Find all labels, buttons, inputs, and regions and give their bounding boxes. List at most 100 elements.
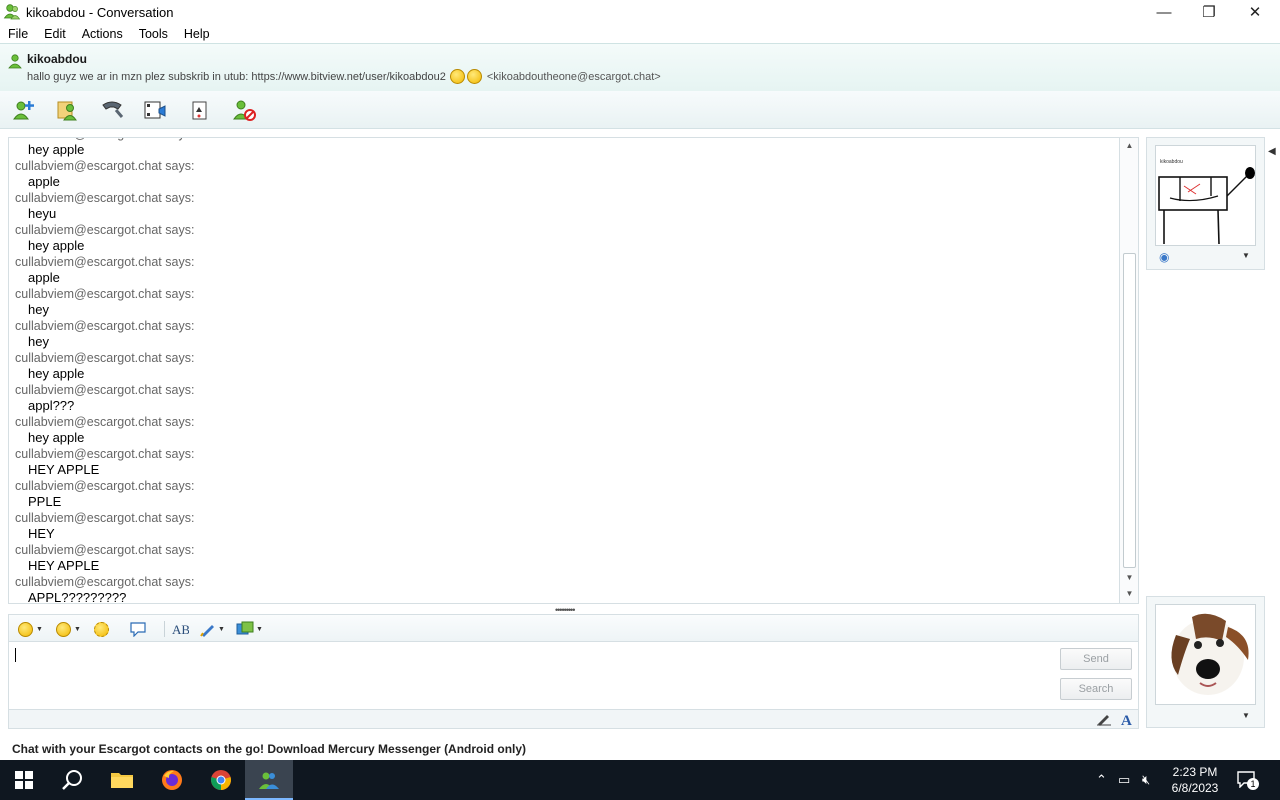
- menu-edit[interactable]: Edit: [36, 27, 74, 41]
- clock[interactable]: 2:23 PM 6/8/2023: [1166, 764, 1224, 796]
- drawing-image: kikoabdou: [1158, 159, 1255, 245]
- show-hidden-icons-icon[interactable]: ⌃: [1096, 772, 1107, 788]
- send-button[interactable]: Send: [1060, 648, 1132, 670]
- font-button[interactable]: AB: [171, 619, 189, 639]
- contact-header: kikoabdou hallo guyz we ar in mzn plez s…: [0, 43, 1280, 91]
- nudge-button[interactable]: [93, 619, 110, 639]
- search-button[interactable]: Search: [1060, 678, 1132, 700]
- scroll-up-icon[interactable]: ▲: [1124, 141, 1135, 151]
- video-button[interactable]: [142, 97, 168, 123]
- handwriting-icon[interactable]: [1096, 712, 1112, 726]
- message-text: HEY APPLE: [28, 558, 100, 573]
- pen-icon: [200, 625, 214, 637]
- share-files-button[interactable]: [55, 97, 81, 123]
- message-sender: cullabviem@escargot.chat says:: [15, 223, 195, 237]
- message-text: APPL?????????: [28, 590, 127, 604]
- smile-emoticon-icon: [466, 69, 482, 84]
- start-button[interactable]: [0, 760, 48, 800]
- message-text: apple: [28, 174, 60, 189]
- message-text: PPLE: [28, 494, 62, 509]
- thinking-emoticon-icon: [449, 69, 465, 84]
- chat-history[interactable]: cullabviem@escargot.chat says:hey applec…: [8, 137, 1120, 604]
- block-icon: [233, 100, 256, 121]
- promo-banner[interactable]: Chat with your Escargot contacts on the …: [12, 742, 526, 756]
- message-input[interactable]: Send Search: [8, 642, 1139, 710]
- svg-text:kikoabdou: kikoabdou: [1160, 159, 1183, 165]
- contact-status-icon: [8, 54, 22, 69]
- personal-message-text: hallo guyz we ar in mzn plez subskrib in…: [27, 70, 446, 83]
- invite-contact-icon: [13, 101, 34, 120]
- menu-file[interactable]: File: [0, 27, 36, 41]
- network-icon[interactable]: ▭: [1118, 772, 1130, 788]
- restore-button[interactable]: ❐: [1186, 0, 1232, 24]
- block-button[interactable]: [231, 97, 257, 123]
- invite-contact-button[interactable]: [11, 97, 37, 123]
- notifications-button[interactable]: 1: [1236, 770, 1259, 790]
- nudge-icon: [94, 621, 109, 637]
- message-text: hey apple: [28, 238, 85, 253]
- chrome-button[interactable]: [197, 760, 245, 800]
- message-list: cullabviem@escargot.chat says:hey applec…: [9, 138, 1119, 604]
- share-files-icon: [57, 101, 77, 121]
- message-text: heyu: [28, 206, 57, 221]
- message-text: HEY APPLE: [28, 462, 100, 477]
- text-caret: [15, 648, 16, 662]
- file-explorer-button[interactable]: [98, 760, 146, 800]
- dropdown-arrow-icon: ▼: [74, 625, 81, 633]
- menu-bar: File Edit Actions Tools Help: [0, 24, 1280, 43]
- menu-help[interactable]: Help: [176, 27, 218, 41]
- voice-clip-button[interactable]: [129, 619, 147, 639]
- activities-button[interactable]: [187, 97, 213, 123]
- collapse-panel-icon[interactable]: ◀: [1268, 146, 1276, 157]
- personal-message: hallo guyz we ar in mzn plez subskrib in…: [27, 69, 661, 84]
- contact-name: kikoabdou: [27, 52, 88, 66]
- message-sender: cullabviem@escargot.chat says:: [15, 255, 195, 269]
- messenger-taskbar-button[interactable]: [245, 760, 293, 800]
- message-text: hey apple: [28, 366, 85, 381]
- scroll-end-icon[interactable]: ▼: [1124, 589, 1135, 599]
- scroll-down-icon[interactable]: ▼: [1124, 573, 1135, 583]
- message-sender: cullabviem@escargot.chat says:: [15, 159, 195, 173]
- message-sender: cullabviem@escargot.chat says:: [15, 319, 195, 333]
- chat-history-scrollbar[interactable]: ▲ ▼ ▼: [1120, 137, 1139, 604]
- dropdown-arrow-icon[interactable]: ▼: [1242, 251, 1250, 260]
- call-icon: [102, 101, 124, 118]
- minimize-button[interactable]: —: [1141, 0, 1187, 24]
- dropdown-arrow-icon[interactable]: ▼: [1242, 711, 1250, 720]
- dropdown-arrow-icon: ▼: [218, 625, 225, 633]
- clock-date: 6/8/2023: [1171, 781, 1219, 795]
- my-display-picture[interactable]: [1155, 604, 1256, 705]
- firefox-button[interactable]: [148, 760, 196, 800]
- contact-email: <kikoabdoutheone@escargot.chat>: [486, 70, 661, 83]
- scrollbar-thumb[interactable]: [1123, 253, 1136, 568]
- menu-actions[interactable]: Actions: [74, 27, 131, 41]
- contact-display-picture[interactable]: kikoabdou: [1155, 145, 1256, 246]
- send-file-button[interactable]: ▼: [236, 619, 263, 639]
- winks-button[interactable]: ▼: [55, 619, 81, 639]
- contact-display-picture-panel: kikoabdou ◉ ▼: [1146, 137, 1265, 270]
- dog-image: [1156, 605, 1255, 704]
- message-sender: cullabviem@escargot.chat says:: [15, 415, 195, 429]
- video-icon: [144, 101, 166, 119]
- backgrounds-button[interactable]: ▼: [200, 619, 225, 639]
- message-sender: cullabviem@escargot.chat says:: [15, 383, 195, 397]
- message-sender: cullabviem@escargot.chat says:: [15, 351, 195, 365]
- webcam-icon[interactable]: ◉: [1159, 250, 1169, 264]
- menu-tools[interactable]: Tools: [131, 27, 176, 41]
- minimize-icon: —: [1156, 3, 1172, 21]
- message-text: hey: [28, 302, 49, 317]
- search-button[interactable]: [48, 760, 96, 800]
- svg-text:A: A: [1121, 713, 1132, 727]
- search-icon: [62, 770, 82, 790]
- emoticons-button[interactable]: ▼: [17, 619, 43, 639]
- call-button[interactable]: [99, 97, 125, 123]
- messenger-app-icon: [3, 4, 21, 20]
- text-mode-icon[interactable]: A: [1119, 711, 1135, 727]
- close-button[interactable]: ✕: [1232, 0, 1278, 24]
- volume-muted-icon[interactable]: 🔇︎: [1142, 772, 1150, 788]
- message-sender: cullabviem@escargot.chat says:: [15, 511, 195, 525]
- message-sender: cullabviem@escargot.chat says:: [15, 575, 195, 589]
- wink-icon: [56, 621, 71, 637]
- message-sender: cullabviem@escargot.chat says:: [15, 447, 195, 461]
- font-icon: AB: [172, 622, 189, 637]
